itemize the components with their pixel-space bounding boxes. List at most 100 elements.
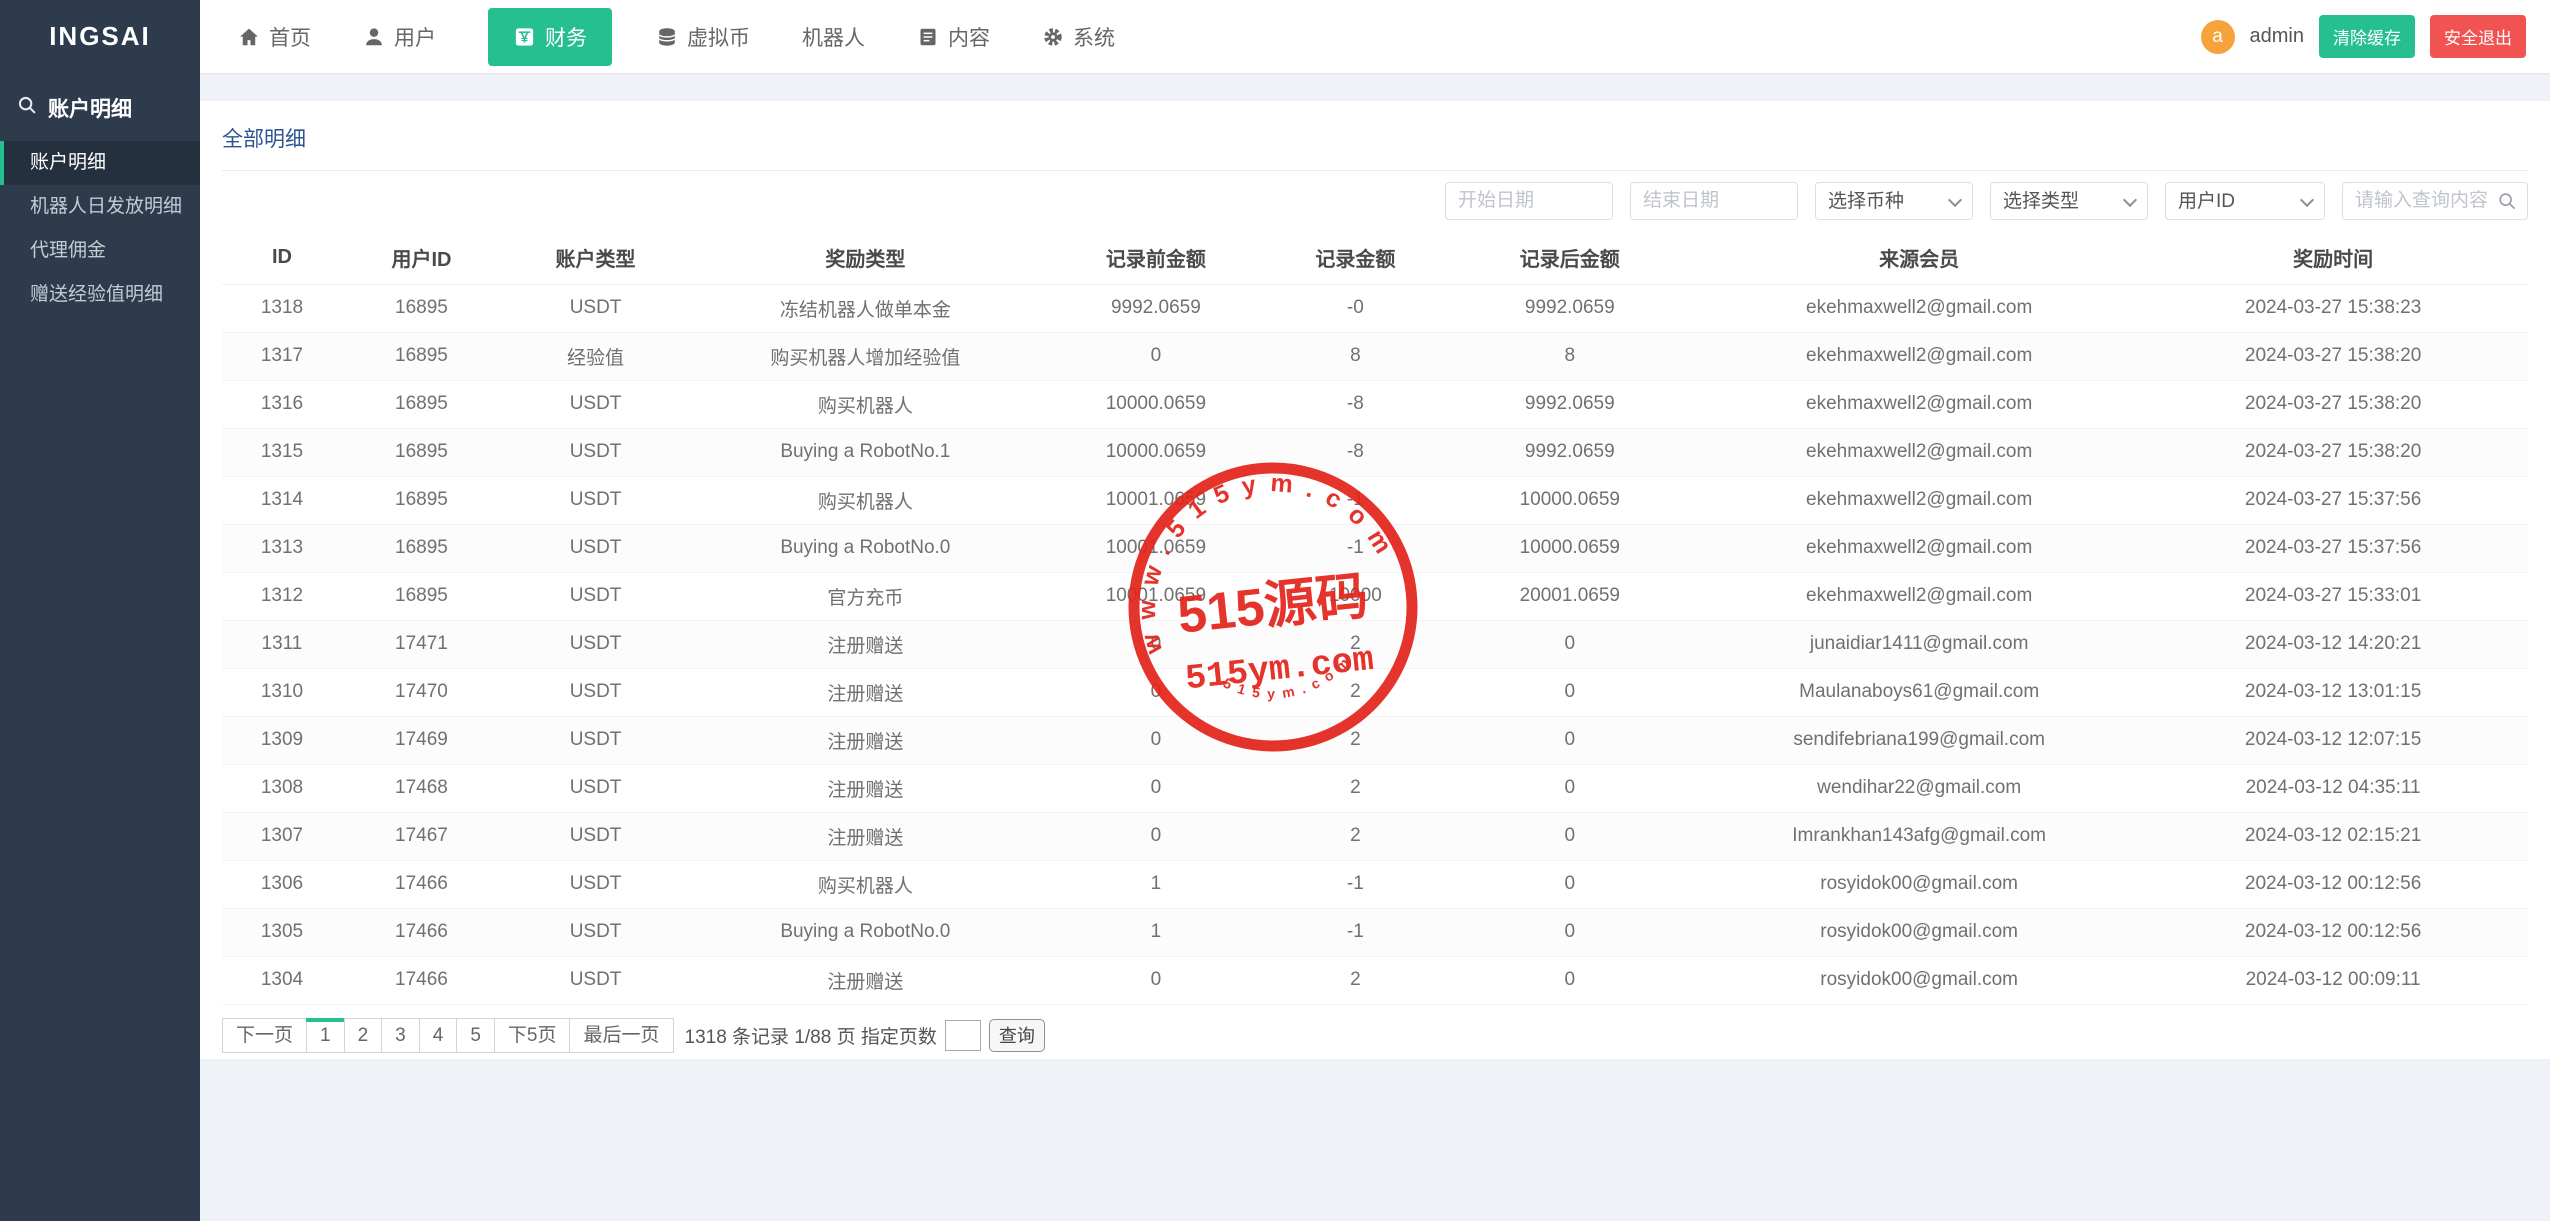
table-cell: USDT — [501, 476, 690, 524]
table-cell: USDT — [501, 716, 690, 764]
nav-label: 机器人 — [802, 22, 865, 52]
table-cell: -8 — [1271, 428, 1439, 476]
table-cell: 0 — [1041, 332, 1272, 380]
table-cell: 0 — [1041, 812, 1272, 860]
table-cell: ekehmaxwell2@gmail.com — [1700, 380, 2138, 428]
table-cell: 注册赠送 — [690, 716, 1041, 764]
table-cell: 16895 — [342, 572, 501, 620]
pagination-page-5[interactable]: 5 — [456, 1018, 495, 1053]
table-cell: USDT — [501, 764, 690, 812]
end-date-input[interactable] — [1630, 182, 1798, 220]
table-cell: 注册赠送 — [690, 668, 1041, 716]
table-cell: 16895 — [342, 284, 501, 332]
table-cell: USDT — [501, 668, 690, 716]
nav-item-content[interactable]: 内容 — [917, 22, 990, 52]
table-cell: USDT — [501, 380, 690, 428]
pagination-page-3[interactable]: 3 — [381, 1018, 420, 1053]
pagination-last[interactable]: 最后一页 — [569, 1018, 673, 1053]
table-cell: 9992.0659 — [1440, 284, 1701, 332]
nav-item-finance[interactable]: ¥ 财务 — [488, 8, 612, 66]
table-cell: 0 — [1440, 908, 1701, 956]
table-cell: 注册赠送 — [690, 620, 1041, 668]
table-cell: 17468 — [342, 764, 501, 812]
table-cell: 8 — [1440, 332, 1701, 380]
table-cell: 1314 — [222, 476, 342, 524]
pagination-page-4[interactable]: 4 — [419, 1018, 458, 1053]
table-cell: 10000 — [1271, 572, 1439, 620]
nav-item-crypto[interactable]: 虚拟币 — [656, 22, 750, 52]
goto-page-button[interactable]: 查询 — [989, 1019, 1045, 1052]
clear-cache-button[interactable]: 清除缓存 — [2319, 15, 2415, 58]
table-cell: 0 — [1041, 620, 1272, 668]
type-select-wrap: 选择类型 — [1990, 182, 2148, 220]
nav-label: 系统 — [1073, 22, 1115, 52]
table-cell: 购买机器人 — [690, 860, 1041, 908]
table-cell: 1313 — [222, 524, 342, 572]
sidebar-item-2[interactable]: 代理佣金 — [0, 229, 200, 273]
pagination-prev[interactable]: 下一页 — [222, 1018, 307, 1053]
table-cell: -1 — [1271, 908, 1439, 956]
table-cell: 购买机器人 — [690, 476, 1041, 524]
table-cell: 1307 — [222, 812, 342, 860]
sidebar-section-label: 账户明细 — [48, 93, 132, 123]
table-cell: 2024-03-12 14:20:21 — [2138, 620, 2528, 668]
table-cell: 0 — [1440, 620, 1701, 668]
start-date-input[interactable] — [1445, 182, 1613, 220]
table-cell: rosyidok00@gmail.com — [1700, 860, 2138, 908]
goto-page-input[interactable] — [945, 1020, 981, 1051]
table-cell: 0 — [1440, 812, 1701, 860]
nav-item-home[interactable]: 首页 — [238, 22, 311, 52]
brand-logo: INGSAI — [0, 0, 200, 73]
nav-item-users[interactable]: 用户 — [363, 22, 436, 52]
content-card: 全部明细 选择币种 选择类型 用户ID — [200, 101, 2550, 1059]
table-cell: 16895 — [342, 380, 501, 428]
main-area: 全部明细 选择币种 选择类型 用户ID — [200, 73, 2550, 1221]
pagination-next5[interactable]: 下5页 — [494, 1018, 571, 1053]
sidebar-item-3[interactable]: 赠送经验值明细 — [0, 273, 200, 317]
table-cell: 1306 — [222, 860, 342, 908]
table-cell: 0 — [1440, 764, 1701, 812]
table-cell: 10000.0659 — [1440, 524, 1701, 572]
table-cell: USDT — [501, 428, 690, 476]
table-row: 131216895USDT官方充币10001.06591000020001.06… — [222, 572, 2528, 620]
table-cell: USDT — [501, 812, 690, 860]
table-cell: 0 — [1041, 668, 1272, 716]
table-cell: -8 — [1271, 380, 1439, 428]
nav-label: 首页 — [269, 22, 311, 52]
column-header: 记录前金额 — [1041, 232, 1272, 284]
table-cell: 17466 — [342, 956, 501, 1004]
table-cell: 16895 — [342, 332, 501, 380]
table-cell: 2024-03-12 04:35:11 — [2138, 764, 2528, 812]
table-row: 131516895USDTBuying a RobotNo.110000.065… — [222, 428, 2528, 476]
column-header: 账户类型 — [501, 232, 690, 284]
table-row: 131716895经验值购买机器人增加经验值088ekehmaxwell2@gm… — [222, 332, 2528, 380]
table-cell: 注册赠送 — [690, 764, 1041, 812]
type-select[interactable]: 选择类型 — [1990, 182, 2148, 220]
table-cell: 0 — [1440, 716, 1701, 764]
table-cell: 1318 — [222, 284, 342, 332]
coin-select[interactable]: 选择币种 — [1815, 182, 1973, 220]
nav-item-system[interactable]: 系统 — [1042, 22, 1115, 52]
table-row: 130817468USDT注册赠送020wendihar22@gmail.com… — [222, 764, 2528, 812]
table-cell: 0 — [1440, 668, 1701, 716]
logout-button[interactable]: 安全退出 — [2430, 15, 2526, 58]
table-cell: ekehmaxwell2@gmail.com — [1700, 428, 2138, 476]
coin-select-wrap: 选择币种 — [1815, 182, 1973, 220]
table-cell: ekehmaxwell2@gmail.com — [1700, 332, 2138, 380]
nav-label: 财务 — [545, 22, 587, 52]
sidebar-item-1[interactable]: 机器人日发放明细 — [0, 185, 200, 229]
nav-item-robot[interactable]: 机器人 — [802, 22, 865, 52]
table-cell: 17471 — [342, 620, 501, 668]
table-cell: 2024-03-27 15:38:20 — [2138, 332, 2528, 380]
sidebar-section-account-detail[interactable]: 账户明细 — [0, 73, 200, 141]
avatar[interactable]: a — [2201, 20, 2235, 54]
table-cell: -0 — [1271, 284, 1439, 332]
nav-label: 用户 — [394, 22, 436, 52]
pagination-page-1[interactable]: 1 — [306, 1018, 345, 1053]
sidebar-item-0[interactable]: 账户明细 — [0, 141, 200, 185]
table-cell: 0 — [1041, 764, 1272, 812]
pagination-page-2[interactable]: 2 — [344, 1018, 383, 1053]
pagination: 下一页 12345 下5页 最后一页 1318 条记录 1/88 页 指定页数 … — [222, 1018, 2528, 1053]
table-cell: USDT — [501, 956, 690, 1004]
userid-select[interactable]: 用户ID — [2165, 182, 2325, 220]
